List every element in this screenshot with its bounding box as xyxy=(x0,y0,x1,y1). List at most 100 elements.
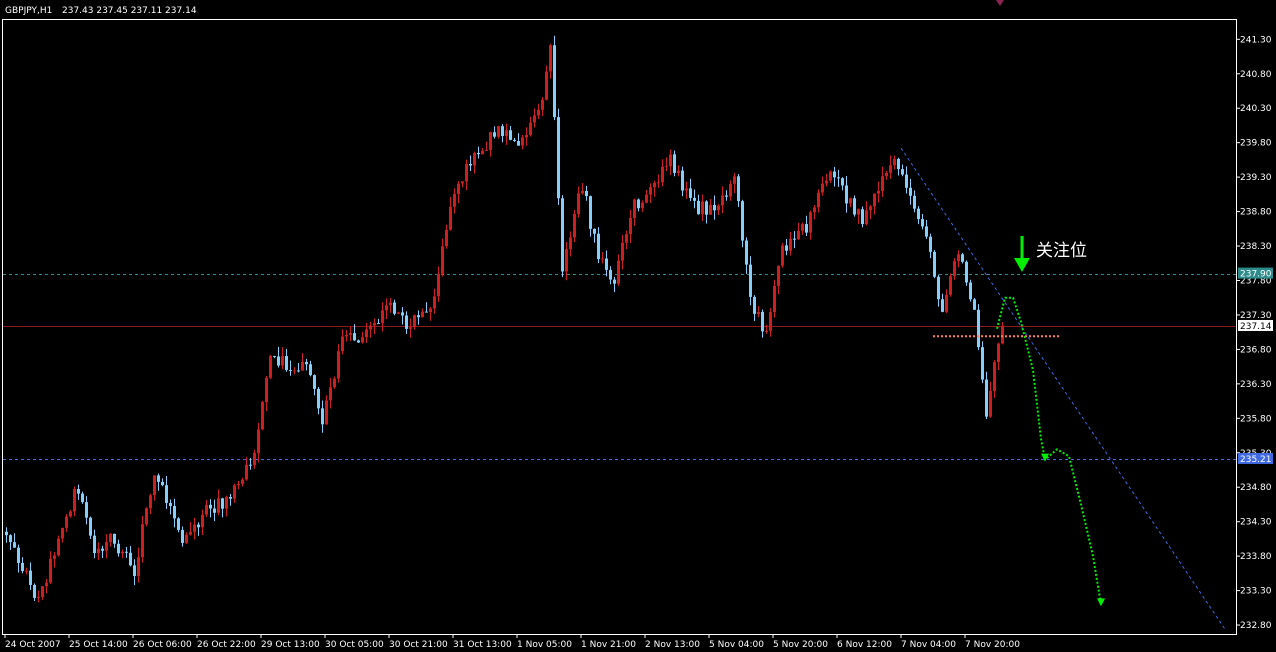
candle xyxy=(309,360,312,377)
candle-body xyxy=(601,258,604,260)
candle-body xyxy=(285,356,288,371)
candle-body xyxy=(889,165,892,173)
candle-body xyxy=(645,194,648,203)
candle xyxy=(209,499,212,518)
candle xyxy=(837,169,840,187)
y-tick-label: 241.30 xyxy=(1240,35,1272,45)
candle-body xyxy=(701,201,704,215)
price-chart[interactable]: GBPJPY,H1 237.43 237.45 237.11 237.14 24… xyxy=(0,0,1276,652)
candle-body xyxy=(501,126,504,137)
candle-body xyxy=(517,141,520,146)
candle-body xyxy=(997,343,1000,363)
candle xyxy=(813,204,816,220)
candle xyxy=(957,250,960,268)
candle xyxy=(169,499,172,515)
candle-body xyxy=(905,174,908,188)
candle xyxy=(97,542,100,560)
x-tick-label: 6 Nov 12:00 xyxy=(837,640,892,650)
candle-body xyxy=(337,351,340,379)
candle xyxy=(573,209,576,243)
candle-body xyxy=(357,340,360,343)
candle-body xyxy=(513,139,516,142)
candle xyxy=(581,183,584,195)
price-tag-label: 237.14 xyxy=(1240,322,1272,332)
candles xyxy=(5,35,1004,603)
candle-body xyxy=(893,158,896,166)
candle xyxy=(937,274,940,307)
candle-body xyxy=(845,185,848,204)
candle-body xyxy=(69,511,72,517)
candle xyxy=(713,195,716,220)
candle-body xyxy=(169,502,172,506)
candle xyxy=(805,215,808,236)
candle-body xyxy=(569,237,572,250)
candle xyxy=(401,306,404,325)
candle xyxy=(821,176,824,196)
candle xyxy=(497,125,500,139)
candle-body xyxy=(313,375,316,389)
candle-body xyxy=(221,498,224,509)
candle xyxy=(629,209,632,243)
candle xyxy=(53,551,56,568)
candle-body xyxy=(529,122,532,135)
candle xyxy=(829,170,832,184)
y-tick-label: 236.30 xyxy=(1240,380,1272,390)
candle xyxy=(173,498,176,528)
candle-body xyxy=(505,130,508,137)
candle-body xyxy=(353,333,356,341)
candle-body xyxy=(549,45,552,72)
price-tag: 237.14 xyxy=(1238,319,1273,332)
candle xyxy=(229,493,232,506)
candle xyxy=(705,200,708,224)
candle xyxy=(781,243,784,268)
candle xyxy=(673,150,676,177)
candle xyxy=(393,299,396,316)
candle xyxy=(509,125,512,141)
candle xyxy=(981,341,984,384)
candle xyxy=(369,321,372,338)
candle-body xyxy=(605,258,608,270)
candle-body xyxy=(969,282,972,300)
chart-window[interactable]: GBPJPY,H1 237.43 237.45 237.11 237.14 24… xyxy=(0,0,1276,652)
candle xyxy=(609,266,612,285)
candle xyxy=(81,491,84,504)
candle xyxy=(113,533,116,548)
candle xyxy=(177,517,180,533)
forecast-arrow-icon xyxy=(1097,598,1105,607)
candle xyxy=(653,180,656,197)
candle-body xyxy=(465,163,468,182)
y-tick-label: 236.80 xyxy=(1240,345,1272,355)
candle-body xyxy=(65,516,68,528)
candle xyxy=(433,288,436,314)
candle-body xyxy=(5,531,8,536)
candle xyxy=(477,146,480,159)
candle-body xyxy=(249,464,252,466)
candle xyxy=(717,204,720,215)
candle xyxy=(441,238,444,277)
candle xyxy=(385,298,388,320)
candle xyxy=(621,235,624,270)
candle xyxy=(993,360,996,398)
candle-body xyxy=(653,182,656,188)
candle xyxy=(741,199,744,248)
candle-body xyxy=(429,308,432,313)
candle xyxy=(313,374,316,396)
candle-body xyxy=(617,260,620,284)
candle-body xyxy=(685,188,688,191)
candle xyxy=(361,331,364,344)
candle-body xyxy=(305,362,308,365)
candle xyxy=(189,522,192,536)
candle-body xyxy=(373,323,376,326)
candle xyxy=(57,535,60,557)
candle-body xyxy=(453,194,456,207)
candle-body xyxy=(233,485,236,499)
candle-body xyxy=(141,524,144,558)
watch-level-note: 关注位 xyxy=(1036,241,1087,261)
candle xyxy=(301,353,304,371)
x-tick-label: 25 Oct 14:00 xyxy=(69,640,128,650)
candle-body xyxy=(165,485,168,503)
candle-body xyxy=(425,311,428,313)
candle-body xyxy=(841,178,844,186)
x-tick-label: 1 Nov 21:00 xyxy=(581,640,636,650)
candle xyxy=(269,355,272,380)
